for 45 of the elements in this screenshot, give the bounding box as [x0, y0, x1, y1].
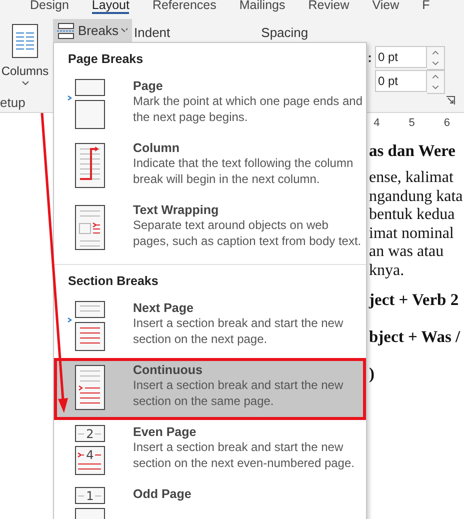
group-label: etup: [0, 95, 26, 110]
dialog-launcher-icon[interactable]: [446, 96, 455, 105]
spacing-field[interactable]: 0 pt: [375, 46, 427, 68]
ruler-number: 6: [444, 117, 450, 131]
ruler-number: 4: [374, 117, 380, 131]
page-icon: [67, 79, 107, 129]
ruler-number: 5: [408, 117, 415, 131]
spacing-label: Spacing: [261, 25, 308, 40]
document-text: ngandung kata: [369, 188, 463, 206]
document-heading: as dan Were: [369, 140, 456, 162]
next-page-icon: [67, 301, 107, 351]
ribbon-tab[interactable]: Mailings: [239, 0, 286, 14]
document-text: knya.: [369, 262, 406, 281]
menu-item[interactable]: Column Indicate that the text following the column break will begin in the next column.: [54, 136, 366, 198]
document-text: ense, kalimat: [369, 169, 454, 188]
ribbon-tab[interactable]: References: [152, 0, 216, 14]
spinner-icon[interactable]: [427, 70, 445, 94]
caret-icon: [121, 28, 128, 33]
document-text: an was atau: [369, 243, 445, 262]
spacing-field[interactable]: 0 pt: [375, 70, 427, 92]
menu-item[interactable]: Next Page Insert a section break and start the new section on the next page.: [54, 296, 366, 358]
section-header: Section Breaks: [54, 264, 366, 296]
menu-item[interactable]: 1 Odd Page: [54, 482, 366, 519]
document-text: bentuk kedua: [369, 206, 456, 225]
document-heading: ject + Verb 2: [369, 288, 460, 311]
ribbon-tab[interactable]: Review: [308, 0, 350, 14]
spinner-icon[interactable]: [427, 46, 445, 70]
ribbon-tab[interactable]: Design: [30, 0, 69, 14]
menu-item[interactable]: 2 4 Even Page Insert a section break and start the new section on the next even-numbered page.: [54, 420, 366, 482]
ribbon-tab[interactable]: View: [372, 0, 400, 14]
field-label: :: [368, 50, 372, 64]
menu-item[interactable]: Page Mark the point at which one page ends and the next page begins.: [54, 74, 366, 136]
ribbon-tab[interactable]: F: [422, 0, 430, 14]
document-heading: bject + Was /: [369, 326, 462, 348]
menu-item[interactable]: Continuous Insert a section break and start the new section on the same page.: [54, 358, 366, 420]
document-text: imat nominal: [369, 224, 455, 244]
columns-icon: [12, 24, 38, 58]
caret-icon: [22, 81, 28, 86]
section-header: Page Breaks: [67, 51, 144, 68]
breaks-icon: [57, 22, 75, 38]
breaks-button[interactable]: Breaks: [53, 19, 132, 42]
indent-label: Indent: [134, 25, 170, 40]
menu-item[interactable]: Text Wrapping Separate text around objects on web pages, such as caption text from body text.: [54, 198, 366, 260]
document-heading: ): [369, 362, 376, 385]
columns-button[interactable]: Columns: [0, 14, 50, 92]
